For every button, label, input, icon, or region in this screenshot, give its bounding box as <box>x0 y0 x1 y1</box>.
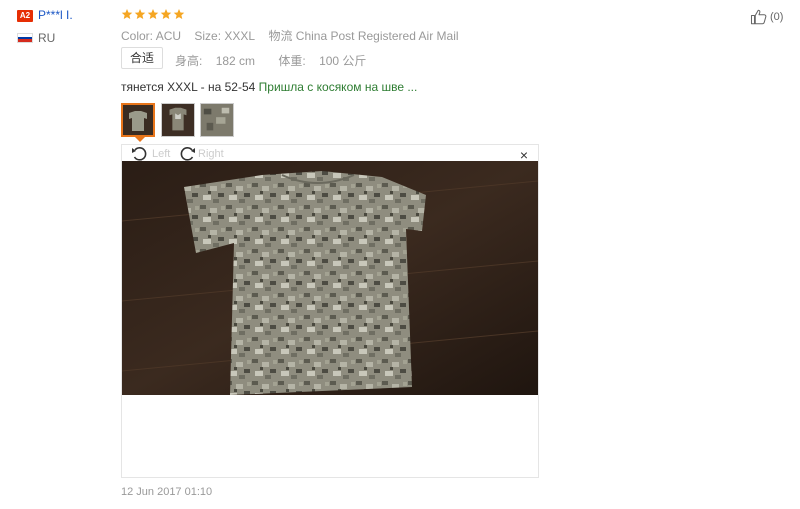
rotate-left-button[interactable]: Left <box>131 146 170 162</box>
star-icon <box>121 9 133 19</box>
star-icon <box>160 9 172 19</box>
attr-color: Color: ACU <box>121 29 182 43</box>
attr-size: Size: XXXL <box>194 29 256 43</box>
country-flag-icon <box>17 33 33 43</box>
active-thumbnail-indicator <box>135 137 145 142</box>
photo-thumbnail[interactable] <box>121 103 155 137</box>
order-attributes: Color: ACU Size: XXXL 物流 China Post Regi… <box>121 27 469 44</box>
reviewer-name[interactable]: P***l I. <box>38 8 73 22</box>
review-text: тянется XXXL - на 52-54 Пришла с косяком… <box>121 80 418 94</box>
rotate-left-icon <box>132 147 147 161</box>
rotate-right-icon <box>180 147 195 161</box>
star-icon <box>147 9 159 19</box>
helpful-count: (0) <box>770 11 784 23</box>
star-icon <box>173 9 185 19</box>
star-rating <box>121 8 186 20</box>
attr-shipping: 物流 China Post Registered Air Mail <box>268 29 459 43</box>
star-icon <box>134 9 146 19</box>
fit-tag: 合适 <box>121 47 164 69</box>
review-photo <box>122 161 538 395</box>
reviewer-country: RU <box>38 31 56 45</box>
photo-thumbnail[interactable] <box>161 103 195 137</box>
buyer-level-badge: A2 <box>17 10 33 22</box>
photo-viewer: Left Right × <box>121 144 539 478</box>
thumbs-up-icon <box>750 9 767 25</box>
review-date: 12 Jun 2017 01:10 <box>121 486 213 498</box>
body-measurements: 身高: 182 cm 体重: 100 公斤 <box>175 54 367 68</box>
rotate-right-button[interactable]: Right <box>177 146 224 162</box>
helpful-button[interactable]: (0) <box>750 8 783 26</box>
photo-thumbnail[interactable] <box>200 103 234 137</box>
